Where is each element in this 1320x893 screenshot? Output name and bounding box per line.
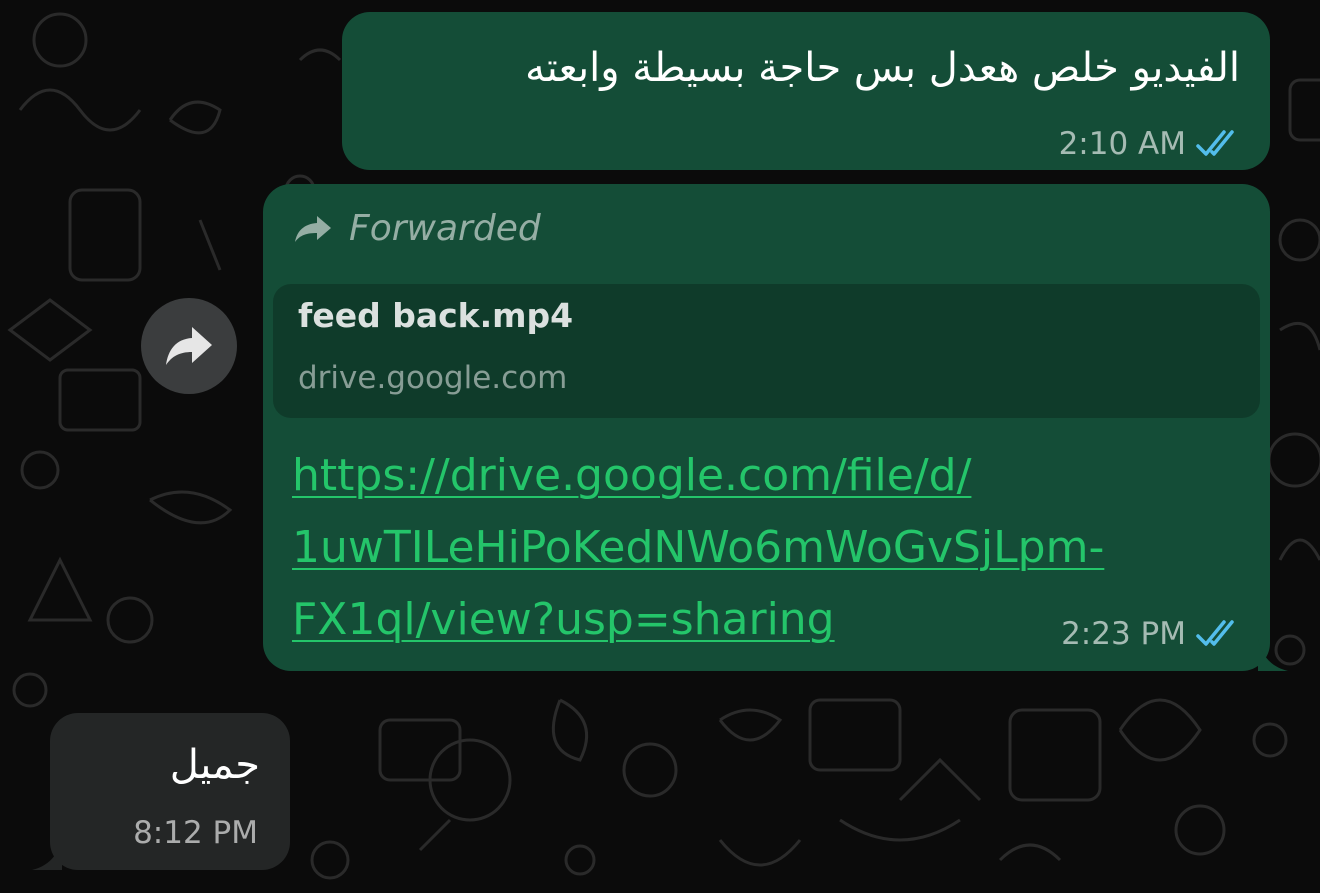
message-timestamp: 8:12 PM [133, 815, 258, 851]
message-timestamp: 2:10 AM [1058, 126, 1186, 162]
bubble-tail [32, 838, 62, 870]
message-meta: 2:23 PM [1061, 616, 1242, 652]
link-preview-card[interactable]: feed back.mp4 drive.google.com [273, 284, 1260, 418]
link-preview-domain: drive.google.com [298, 360, 568, 396]
message-text: جميل [169, 742, 260, 788]
double-check-icon [1196, 620, 1234, 646]
forwarded-indicator: Forwarded [293, 208, 541, 249]
forward-button[interactable] [141, 298, 237, 394]
message-text: الفيديو خلص هعدل بس حاجة بسيطة وابعته [525, 45, 1240, 91]
link-line[interactable]: https://drive.google.com/file/d/ [292, 440, 1192, 512]
forwarded-label: Forwarded [349, 208, 541, 249]
outgoing-forwarded-message-bubble[interactable]: Forwarded feed back.mp4 drive.google.com… [263, 184, 1288, 671]
share-forward-icon [166, 327, 212, 365]
incoming-message-bubble[interactable]: جميل 8:12 PM [32, 713, 290, 870]
bubble-tail [1258, 639, 1288, 671]
message-meta: 2:10 AM [1059, 126, 1242, 162]
double-check-icon [1196, 130, 1234, 156]
message-link[interactable]: https://drive.google.com/file/d/ 1uwTILe… [292, 440, 1192, 656]
link-line[interactable]: FX1ql/view?usp=sharing [292, 584, 1192, 656]
link-line[interactable]: 1uwTILeHiPoKedNWo6mWoGvSjLpm- [292, 512, 1192, 584]
outgoing-message-bubble[interactable]: الفيديو خلص هعدل بس حاجة بسيطة وابعته 2:… [342, 12, 1270, 170]
link-preview-title: feed back.mp4 [298, 296, 574, 335]
forward-arrow-icon [295, 215, 331, 242]
message-timestamp: 2:23 PM [1061, 616, 1186, 652]
message-meta: 8:12 PM [133, 815, 258, 851]
